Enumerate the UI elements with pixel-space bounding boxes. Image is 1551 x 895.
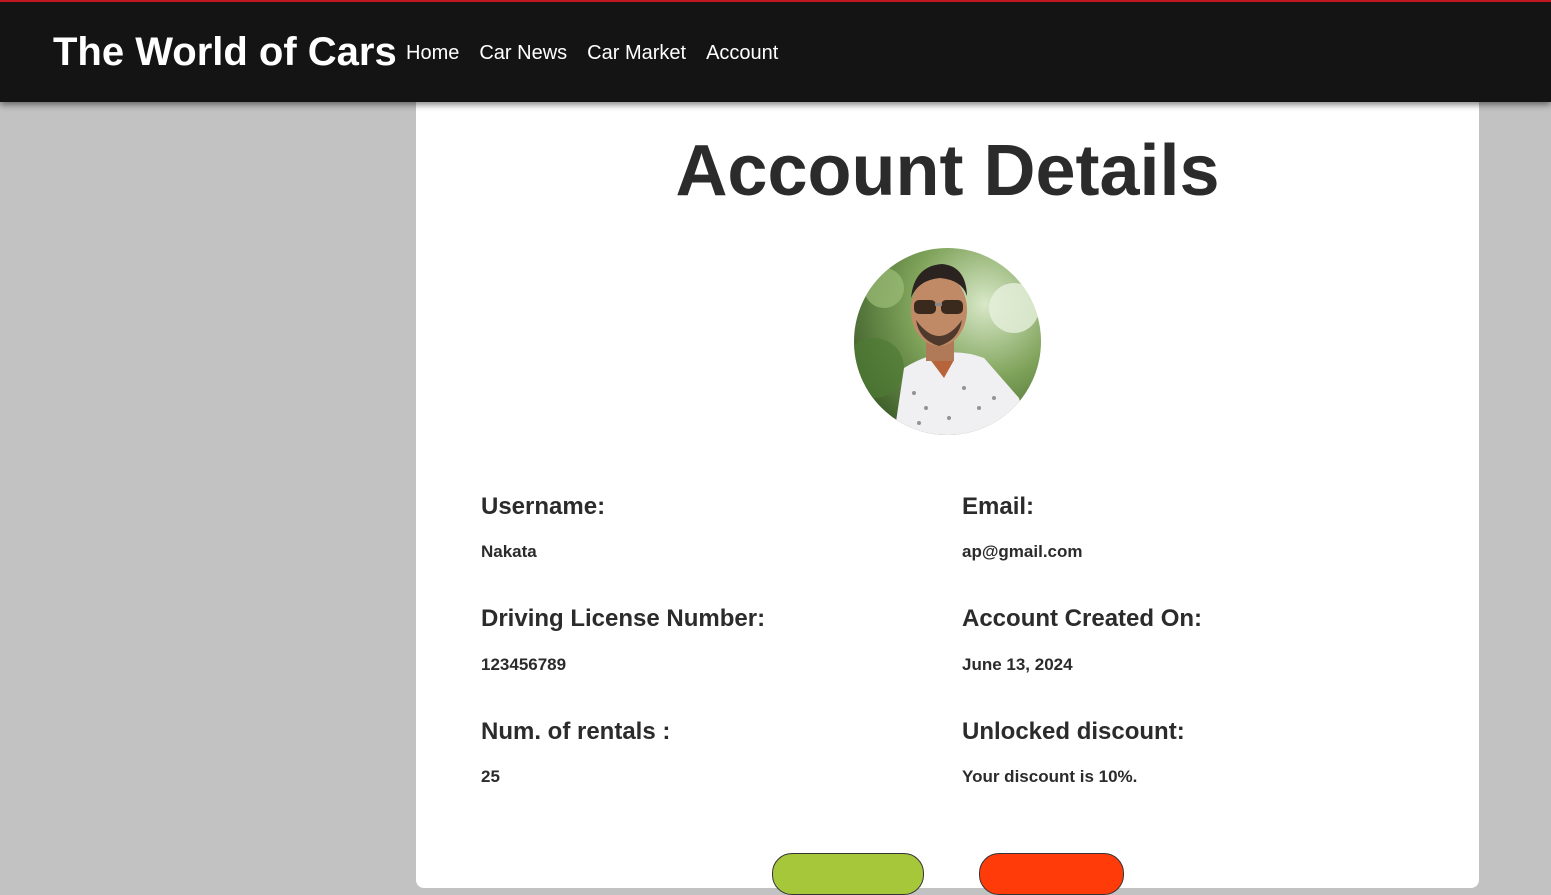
created-on-value: June 13, 2024 — [962, 655, 1073, 674]
discount-label: Unlocked discount: — [962, 718, 1185, 745]
rentals-label: Num. of rentals : — [481, 718, 671, 745]
edit-account-button[interactable] — [772, 853, 924, 895]
delete-account-button[interactable] — [979, 853, 1124, 895]
license-value: 123456789 — [481, 655, 567, 674]
nav-home-link[interactable]: Home — [406, 42, 459, 65]
site-logo-title[interactable]: The World of Cars — [53, 30, 397, 75]
account-details-card: Account Details Username: Nakata Email: … — [416, 68, 1479, 895]
nav-account-link[interactable]: Account — [706, 42, 778, 65]
top-navbar: The World of Cars Home Car News Car Mark… — [0, 0, 1551, 102]
profile-photo — [854, 248, 1041, 435]
created-on-label: Account Created On: — [962, 605, 1203, 632]
main-nav: Home Car News Car Market Account — [406, 42, 778, 65]
email-value: ap@gmail.com — [962, 542, 1083, 561]
avatar — [854, 248, 1041, 435]
rentals-value: 25 — [481, 767, 500, 786]
nav-car-news-link[interactable]: Car News — [479, 42, 567, 65]
email-label: Email: — [962, 493, 1035, 520]
username-value: Nakata — [481, 542, 537, 561]
discount-value: Your discount is 10%. — [962, 767, 1138, 786]
nav-car-market-link[interactable]: Car Market — [587, 42, 686, 65]
page-title: Account Details — [675, 131, 1220, 211]
username-label: Username: — [481, 493, 606, 520]
license-label: Driving License Number: — [481, 605, 766, 632]
